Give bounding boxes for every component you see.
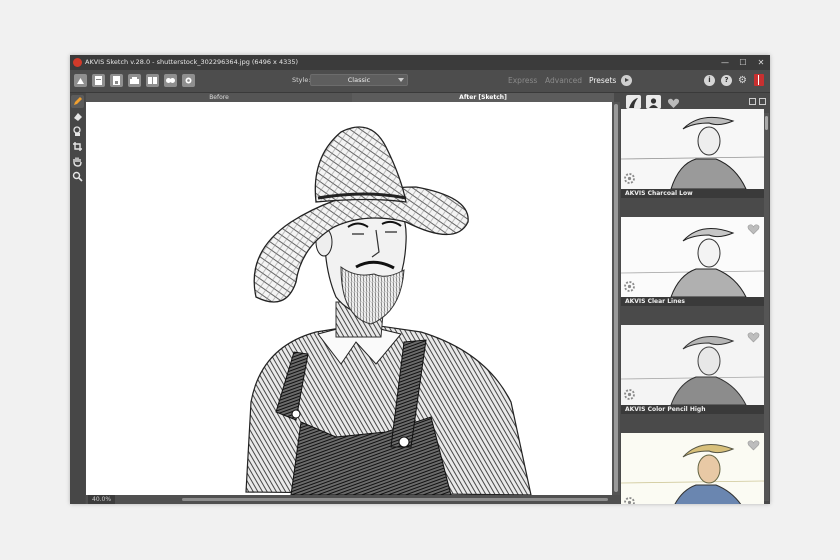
stamp-icon[interactable] [71, 125, 84, 138]
close-button[interactable]: ✕ [752, 55, 770, 70]
status-bar: 40.0% [86, 495, 620, 504]
app-logo-icon [73, 58, 82, 67]
view-tabs: Before After [Sketch] [86, 93, 614, 102]
presets-scrollbar[interactable] [764, 113, 769, 501]
batch-icon[interactable] [146, 74, 159, 87]
preset-thumbnail [621, 109, 764, 189]
canvas-horizontal-scrollbar[interactable] [182, 498, 608, 501]
favorite-heart-icon[interactable] [747, 220, 760, 239]
preset-settings-gear-icon[interactable] [623, 494, 636, 504]
grid-view-icon[interactable] [759, 98, 766, 105]
advanced-mode-button[interactable]: Advanced [545, 76, 582, 85]
minimize-button[interactable]: — [716, 55, 734, 70]
preset-item[interactable]: AKVIS Clear Lines [621, 217, 764, 306]
title-bar: AKVIS Sketch v.28.0 - shutterstock_30229… [70, 55, 770, 70]
home-icon[interactable] [74, 74, 87, 87]
presets-mode-button[interactable]: Presets [589, 76, 616, 85]
book-spine [758, 75, 759, 85]
preset-name: AKVIS Clear Lines [621, 297, 764, 306]
preset-thumbnail [621, 217, 764, 297]
preset-thumbnail [621, 325, 764, 405]
crop-icon[interactable] [71, 140, 84, 153]
settings-gear-icon[interactable]: ⚙ [737, 75, 748, 86]
preset-thumbnail [621, 433, 764, 504]
preset-settings-gear-icon[interactable] [623, 386, 636, 405]
user-presets-tab[interactable] [646, 95, 661, 109]
info-icon[interactable]: i [704, 75, 715, 86]
tools-panel [70, 93, 85, 504]
main-toolbar: Style: Classic Express Advanced Presets … [70, 70, 770, 93]
preset-name: AKVIS Color Pencil High [621, 405, 764, 414]
image-canvas[interactable] [86, 102, 612, 495]
zoom-icon[interactable] [71, 170, 84, 183]
maximize-button[interactable]: ☐ [734, 55, 752, 70]
save-file-icon[interactable] [110, 74, 123, 87]
favorites-tab[interactable] [666, 95, 681, 109]
express-mode-button[interactable]: Express [508, 76, 537, 85]
eraser-icon[interactable] [71, 110, 84, 123]
tab-after[interactable]: After [Sketch] [352, 93, 614, 102]
all-presets-tab[interactable] [626, 95, 641, 109]
preset-item[interactable]: AKVIS Color Pencil High [621, 325, 764, 414]
preset-settings-gear-icon[interactable] [623, 170, 636, 189]
scroll-thumb[interactable] [614, 104, 618, 492]
style-dropdown[interactable]: Classic [310, 74, 408, 86]
style-value: Classic [347, 76, 371, 84]
app-window: AKVIS Sketch v.28.0 - shutterstock_30229… [70, 55, 770, 504]
canvas-vertical-scrollbar[interactable] [612, 102, 620, 495]
chevron-down-icon [398, 78, 404, 82]
zoom-level[interactable]: 40.0% [88, 495, 116, 504]
run-play-icon[interactable] [621, 75, 632, 86]
open-file-icon[interactable] [92, 74, 105, 87]
scroll-thumb[interactable] [765, 116, 768, 130]
favorite-heart-icon[interactable] [747, 328, 760, 347]
tab-before[interactable]: Before [86, 93, 352, 102]
list-view-icon[interactable] [749, 98, 756, 105]
preset-item[interactable] [621, 433, 764, 504]
sketch-result-image [245, 126, 532, 495]
favorite-heart-icon[interactable] [747, 436, 760, 455]
pencil-icon[interactable] [71, 95, 84, 108]
print-icon[interactable] [128, 74, 141, 87]
guide-book-icon[interactable] [754, 74, 764, 86]
hand-icon[interactable] [71, 155, 84, 168]
before-after-icon[interactable] [164, 74, 177, 87]
preset-name: AKVIS Charcoal Low [621, 189, 764, 198]
style-label: Style: [292, 76, 311, 84]
window-title: AKVIS Sketch v.28.0 - shutterstock_30229… [85, 58, 299, 66]
preset-settings-gear-icon[interactable] [623, 278, 636, 297]
presets-panel: AKVIS Charcoal Low AKVIS Clear Lines AKV… [620, 93, 770, 504]
help-icon[interactable]: ? [721, 75, 732, 86]
preset-item[interactable]: AKVIS Charcoal Low [621, 109, 764, 198]
share-icon[interactable] [182, 74, 195, 87]
